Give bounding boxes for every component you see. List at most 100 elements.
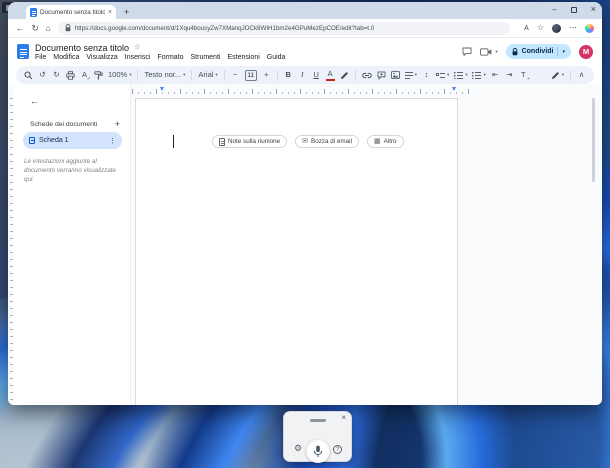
menu-guida[interactable]: Guida	[267, 54, 286, 61]
menu-modifica[interactable]: Modifica	[53, 54, 79, 61]
chip-email-draft[interactable]: ✉ Bozza di email	[295, 135, 359, 148]
menu-visualizza[interactable]: Visualizza	[86, 54, 117, 61]
vertical-ruler	[10, 98, 13, 405]
increase-indent-button[interactable]: ⇥	[505, 69, 514, 81]
share-label: Condividi	[521, 48, 554, 55]
back-icon[interactable]: ←	[16, 24, 25, 33]
chip-label: Altro	[383, 138, 397, 145]
numbered-list-button[interactable]: ▾	[472, 69, 486, 81]
new-tab-button[interactable]: +	[124, 8, 129, 17]
browser-profile-avatar[interactable]	[552, 23, 561, 33]
checklist-icon	[435, 71, 445, 79]
chip-meeting-notes[interactable]: Note sulla riunione	[212, 135, 288, 148]
sidebar-hint-text: Le intestazioni aggiunte al documento ve…	[24, 158, 117, 184]
meet-button[interactable]: ▾	[480, 47, 498, 56]
print-button[interactable]	[66, 69, 75, 81]
increase-font-button[interactable]: +	[262, 69, 271, 81]
window-controls: – ×	[552, 5, 596, 14]
check-icon: ✓	[86, 76, 91, 82]
italic-button[interactable]: I	[298, 69, 307, 81]
add-comment-button[interactable]	[377, 69, 386, 81]
gear-icon[interactable]: ⚙	[294, 444, 302, 453]
menu-strumenti[interactable]: Strumenti	[191, 54, 221, 61]
menu-formato[interactable]: Formato	[157, 54, 183, 61]
editing-mode-button[interactable]: ▾	[551, 69, 564, 81]
docs-header: Documento senza titolo ☆ File Modifica V…	[8, 38, 602, 65]
read-aloud-icon[interactable]: A	[524, 25, 529, 32]
font-size-field[interactable]: 11	[244, 69, 257, 81]
decrease-indent-button[interactable]: ⇤	[491, 69, 500, 81]
redo-button[interactable]: ↻	[52, 69, 61, 81]
document-page[interactable]: Note sulla riunione ✉ Bozza di email ▦ A…	[135, 98, 458, 405]
font-select[interactable]: Arial ▾	[198, 69, 217, 81]
align-button[interactable]: ▾	[404, 69, 417, 81]
chevron-down-icon: ▾	[465, 71, 468, 77]
help-icon[interactable]: ?	[333, 445, 342, 454]
vertical-scrollbar[interactable]	[592, 98, 595, 182]
styles-value: Testo nor...	[144, 70, 182, 80]
zoom-select[interactable]: 100% ▾	[108, 69, 131, 81]
comments-icon[interactable]	[462, 47, 472, 56]
collapse-sidebar-icon[interactable]: ←	[30, 97, 39, 106]
tab-close-icon[interactable]: ×	[108, 9, 112, 16]
address-bar-actions: A ☆ ⋯	[524, 23, 594, 33]
decrease-font-button[interactable]: −	[231, 69, 240, 81]
spellcheck-button[interactable]: A ✓	[80, 69, 91, 82]
refresh-icon[interactable]: ↻	[32, 24, 39, 33]
undo-button[interactable]: ↺	[38, 69, 47, 81]
toolbar-divider	[137, 69, 139, 81]
right-indent-marker[interactable]	[452, 87, 456, 91]
highlight-button[interactable]	[340, 69, 349, 81]
tab-title: Documento senza titolo - Docu	[40, 8, 105, 16]
close-button[interactable]: ×	[591, 5, 596, 14]
minimize-button[interactable]: –	[552, 5, 556, 14]
chevron-down-icon: ▾	[561, 71, 564, 77]
share-dropdown-icon[interactable]: ▾	[562, 49, 565, 55]
paint-format-button[interactable]	[94, 69, 103, 81]
add-tab-button[interactable]: +	[115, 120, 120, 129]
line-spacing-button[interactable]: ↕	[422, 69, 431, 81]
chip-more[interactable]: ▦ Altro	[366, 135, 404, 148]
video-camera-icon	[480, 47, 492, 56]
text-color-button[interactable]: A	[325, 69, 335, 81]
document-tabs-sidebar: ← Schede dei documenti + Scheda 1 ⋮ Le i…	[14, 84, 131, 405]
menu-estensioni[interactable]: Estensioni	[227, 54, 259, 61]
title-row: Documento senza titolo ☆	[35, 43, 285, 53]
insert-link-button[interactable]	[362, 69, 372, 81]
star-document-icon[interactable]: ☆	[134, 44, 140, 51]
insert-image-button[interactable]	[390, 69, 400, 81]
font-value: Arial	[198, 70, 214, 80]
bold-button[interactable]: B	[284, 69, 293, 81]
numbered-list-icon	[472, 71, 482, 79]
close-icon[interactable]: ×	[341, 414, 346, 422]
menu-inserisci[interactable]: Inserisci	[125, 54, 151, 61]
browser-tab[interactable]: Documento senza titolo - Docu ×	[26, 5, 116, 19]
clear-formatting-button[interactable]: T ×	[519, 69, 530, 81]
tab-options-icon[interactable]: ⋮	[109, 137, 116, 145]
maximize-button[interactable]	[570, 6, 577, 13]
printer-icon	[66, 70, 75, 80]
microphone-button[interactable]	[306, 440, 329, 463]
browser-copilot-icon[interactable]	[585, 23, 594, 33]
left-indent-marker[interactable]	[160, 87, 164, 91]
collapse-toolbar-button[interactable]: ∧	[577, 69, 586, 81]
home-icon[interactable]: ⌂	[46, 24, 51, 33]
document-title[interactable]: Documento senza titolo	[35, 43, 129, 53]
menu-file[interactable]: File	[35, 54, 46, 61]
styles-select[interactable]: Testo nor... ▾	[144, 69, 185, 81]
browser-menu-icon[interactable]: ⋯	[569, 24, 577, 32]
sidebar-item-scheda-1[interactable]: Scheda 1 ⋮	[23, 132, 122, 149]
bulleted-list-button[interactable]: ▾	[454, 69, 467, 81]
account-avatar[interactable]: M	[579, 44, 593, 59]
drag-handle[interactable]	[309, 419, 326, 422]
favorites-star-icon[interactable]: ☆	[537, 24, 544, 32]
checklist-button[interactable]: ▾	[435, 69, 449, 81]
underline-button[interactable]: U	[312, 69, 321, 81]
url-field[interactable]: https://docs.google.com/document/d/1Xqu4…	[57, 21, 510, 35]
google-docs-icon[interactable]	[17, 44, 29, 59]
url-text: https://docs.google.com/document/d/1Xqu4…	[74, 24, 375, 32]
share-button[interactable]: Condividi ▾	[505, 44, 571, 59]
search-menus-button[interactable]	[24, 69, 33, 81]
email-icon: ✉	[302, 138, 309, 145]
pencil-icon	[551, 71, 559, 79]
